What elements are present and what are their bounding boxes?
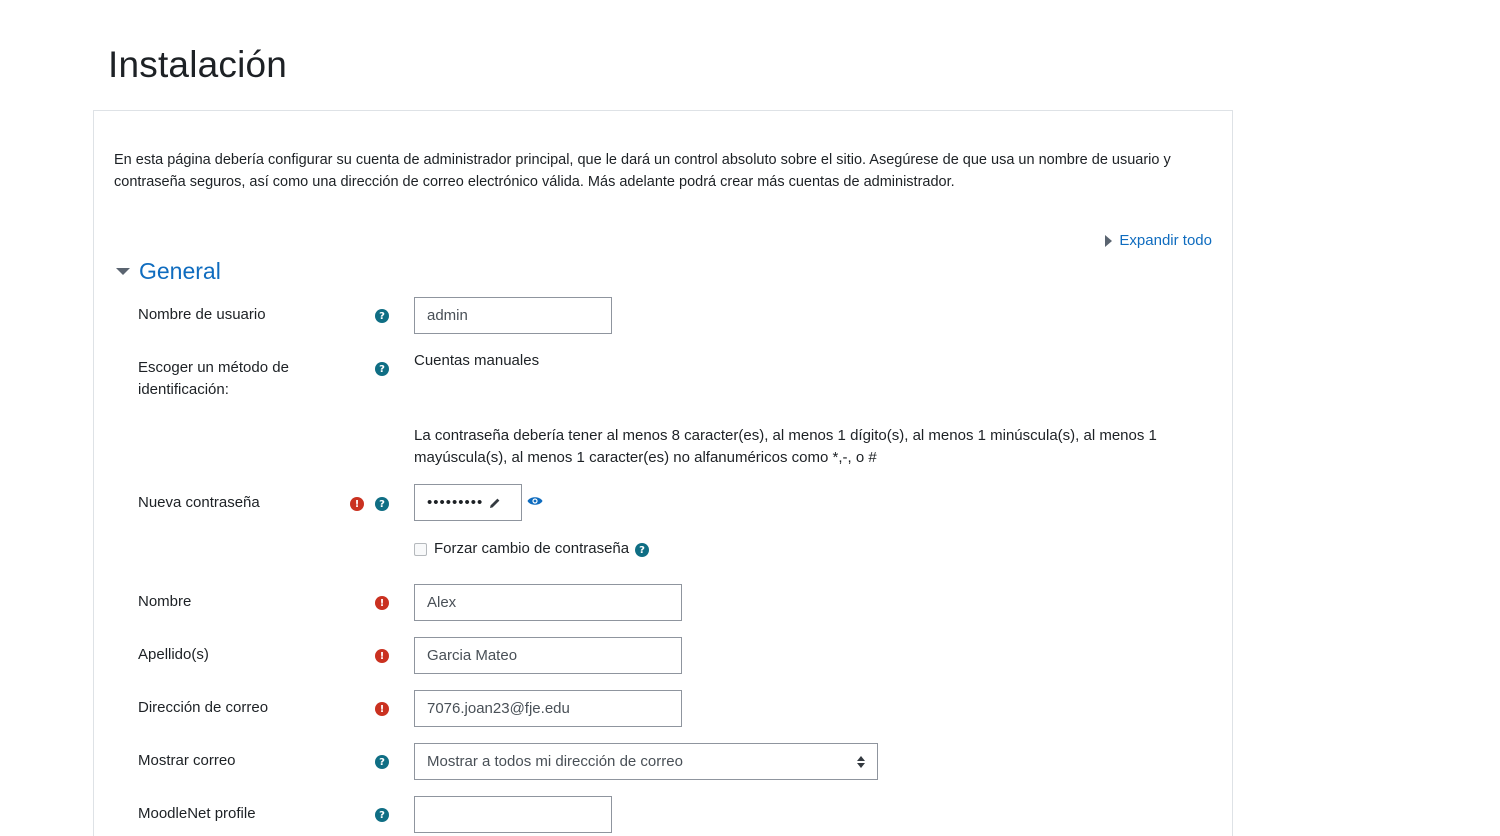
required-password-icon: ! <box>350 497 364 511</box>
required-email-icon: ! <box>375 702 389 716</box>
moodlenet-label: MoodleNet profile <box>138 805 256 822</box>
password-rules-text: La contraseña debería tener al menos 8 c… <box>414 427 1157 466</box>
firstname-input[interactable]: Alex <box>414 584 682 621</box>
required-firstname-icon: ! <box>375 596 389 610</box>
help-auth-icon[interactable]: ? <box>375 362 389 376</box>
pencil-icon[interactable] <box>489 497 501 509</box>
intro-text: En esta página debería configurar su cue… <box>114 152 1171 190</box>
email-label: Dirección de correo <box>138 699 269 716</box>
auth-method-value: Cuentas manuales <box>414 352 540 369</box>
caret-right-icon <box>1105 234 1113 247</box>
form-card: En esta página debería configurar su cue… <box>93 110 1233 836</box>
new-password-label: Nueva contraseña <box>138 494 260 511</box>
expand-all-label: Expandir todo <box>1119 232 1212 249</box>
show-email-label: Mostrar correo <box>138 752 236 769</box>
caret-down-icon <box>116 268 130 275</box>
lastname-label: Apellido(s) <box>138 646 209 663</box>
moodlenet-input[interactable] <box>414 796 612 833</box>
force-password-change-checkbox[interactable] <box>414 543 427 556</box>
password-masked-value: ••••••••• <box>427 494 484 511</box>
page-title: Instalación <box>108 44 288 85</box>
select-updown-icon <box>857 756 865 768</box>
auth-method-label: Escoger un método de identificación: <box>138 359 289 398</box>
help-password-icon[interactable]: ? <box>375 497 389 511</box>
username-label: Nombre de usuario <box>138 306 266 323</box>
force-password-change-label: Forzar cambio de contraseña <box>434 540 630 557</box>
help-moodlenet-icon[interactable]: ? <box>375 808 389 822</box>
help-username-icon[interactable]: ? <box>375 309 389 323</box>
lastname-input[interactable]: Garcia Mateo <box>414 637 682 674</box>
section-general-title: General <box>139 258 221 284</box>
eye-icon[interactable] <box>527 495 543 507</box>
help-force-change-icon[interactable]: ? <box>635 543 649 557</box>
required-lastname-icon: ! <box>375 649 389 663</box>
username-input[interactable]: admin <box>414 297 612 334</box>
email-input[interactable]: 7076.joan23@fje.edu <box>414 690 682 727</box>
show-email-selected-value: Mostrar a todos mi dirección de correo <box>427 753 683 770</box>
new-password-field[interactable]: ••••••••• <box>414 484 522 521</box>
expand-all-link[interactable]: Expandir todo <box>1105 232 1212 249</box>
firstname-label: Nombre <box>138 593 192 610</box>
show-email-select[interactable]: Mostrar a todos mi dirección de correo <box>414 743 878 780</box>
help-show-email-icon[interactable]: ? <box>375 755 389 769</box>
section-general-toggle[interactable]: General <box>116 258 221 285</box>
